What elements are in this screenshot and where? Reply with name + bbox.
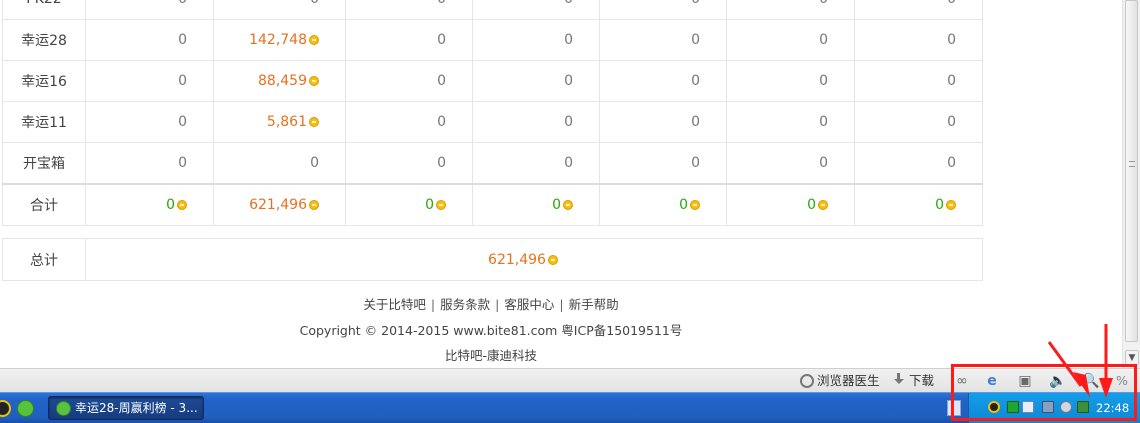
sum-value: 0 <box>552 196 561 213</box>
cell-value: 0 <box>564 32 573 48</box>
game-name: 幸运28 <box>2 19 86 61</box>
cell-value: 0 <box>691 114 700 130</box>
browser-quicklaunch-icon[interactable] <box>17 400 34 417</box>
cell-value: 142,748 <box>249 32 307 48</box>
cell-value: 0 <box>691 0 700 7</box>
game-name: 开宝箱 <box>2 142 86 184</box>
download-icon <box>893 373 905 387</box>
sum-value: 0 <box>935 196 944 213</box>
coin-icon <box>946 199 956 210</box>
cell-value: 0 <box>819 0 828 7</box>
leaderboard-table-body: PK22 0 0 0 0 0 0 0 幸运28 0 142,748 0 0 0 0 0 幸运16 0 88,459 0… <box>2 0 983 226</box>
table-row: 开宝箱 0 0 0 0 0 0 0 <box>2 142 983 184</box>
footer-links: 关于比特吧 | 服务条款 | 客服中心 | 新手帮助 <box>363 297 619 312</box>
sum-row: 合计 0 621,496 0 0 0 0 0 <box>2 182 983 226</box>
game-name: 幸运16 <box>2 60 86 102</box>
page-content: PK22 0 0 0 0 0 0 0 幸运28 0 142,748 0 0 0 0 0 幸运16 0 88,459 0… <box>0 0 1122 368</box>
game-name: 幸运11 <box>2 101 86 143</box>
cell-value: 0 <box>178 0 187 7</box>
cell-value: 0 <box>178 114 187 130</box>
cell-value: 0 <box>564 73 573 89</box>
cell-value: 0 <box>947 73 956 89</box>
cell-value: 5,861 <box>266 114 307 130</box>
game-name: PK22 <box>2 0 86 20</box>
cell-value: 0 <box>178 32 187 48</box>
cell-value: 0 <box>947 154 956 171</box>
cell-value: 0 <box>947 0 956 7</box>
vertical-scrollbar[interactable]: ▼ <box>1122 0 1140 368</box>
table-row: 幸运11 0 5,861 0 0 0 0 0 <box>2 101 983 143</box>
cell-value: 0 <box>437 73 446 89</box>
coin-icon <box>436 199 446 210</box>
coin-icon <box>309 35 319 45</box>
browser-doctor-icon <box>800 374 814 388</box>
grand-total-value: 621,496 <box>488 251 546 268</box>
cell-value: 0 <box>819 32 828 48</box>
grand-total-row: 总计 621,496 <box>2 238 983 281</box>
cell-value: 0 <box>437 32 446 48</box>
cell-value: 0 <box>310 154 319 171</box>
footer-link-help[interactable]: 新手帮助 <box>569 297 619 312</box>
taskbar-window-button[interactable]: 幸运28-周嬴利榜 - 3... <box>48 396 204 420</box>
annotation-highlight-box <box>951 364 1137 421</box>
coin-icon <box>818 199 828 210</box>
table-row: 幸运16 0 88,459 0 0 0 0 0 <box>2 60 983 102</box>
cell-value: 0 <box>819 154 828 171</box>
cell-value: 0 <box>691 154 700 171</box>
footer-link-support[interactable]: 客服中心 <box>504 297 554 312</box>
footer-company: 比特吧-康迪科技 <box>444 348 537 363</box>
coin-icon <box>309 199 319 210</box>
footer-link-terms[interactable]: 服务条款 <box>440 297 490 312</box>
grand-total-table: 总计 621,496 <box>2 238 983 281</box>
cell-value: 0 <box>947 114 956 130</box>
coin-icon <box>309 117 319 127</box>
sum-value: 0 <box>807 196 816 213</box>
cell-value: 0 <box>437 154 446 171</box>
browser-doctor-button[interactable]: 浏览器医生 <box>800 372 880 390</box>
cell-value: 0 <box>691 73 700 89</box>
cell-value: 0 <box>691 32 700 48</box>
cell-value: 0 <box>819 73 828 89</box>
sum-value: 0 <box>425 196 434 213</box>
cell-value: 0 <box>437 114 446 130</box>
cell-value: 0 <box>947 32 956 48</box>
cell-value: 0 <box>437 0 446 7</box>
grand-total-label: 总计 <box>2 238 86 281</box>
cell-value: 88,459 <box>258 73 307 89</box>
qq-icon[interactable] <box>0 400 11 417</box>
footer-link-about[interactable]: 关于比特吧 <box>363 297 426 312</box>
sum-label: 合计 <box>2 182 86 226</box>
cell-value: 0 <box>178 73 187 89</box>
cell-value: 0 <box>564 0 573 7</box>
footer-copyright: Copyright © 2014-2015 www.bite81.com 粤IC… <box>299 323 683 338</box>
download-button[interactable]: 下载 <box>893 372 934 390</box>
cell-value: 0 <box>178 154 187 171</box>
sum-value: 621,496 <box>249 196 307 213</box>
coin-icon <box>309 76 319 86</box>
browser-icon <box>56 401 71 416</box>
cell-value: 0 <box>564 154 573 171</box>
coin-icon <box>690 199 700 210</box>
cell-value: 0 <box>819 114 828 130</box>
scrollbar-thumb[interactable] <box>1125 0 1138 342</box>
coin-icon <box>177 199 187 210</box>
coin-icon <box>547 254 558 265</box>
coin-icon <box>563 199 573 210</box>
table-row: 幸运28 0 142,748 0 0 0 0 0 <box>2 19 983 61</box>
cell-value: 0 <box>564 114 573 130</box>
cell-value: 0 <box>310 0 319 7</box>
table-row: PK22 0 0 0 0 0 0 0 <box>2 0 983 20</box>
leaderboard-table: PK22 0 0 0 0 0 0 0 幸运28 0 142,748 0 0 0 0 0 幸运16 0 88,459 0… <box>2 0 983 226</box>
sum-value: 0 <box>166 196 175 213</box>
sum-value: 0 <box>679 196 688 213</box>
